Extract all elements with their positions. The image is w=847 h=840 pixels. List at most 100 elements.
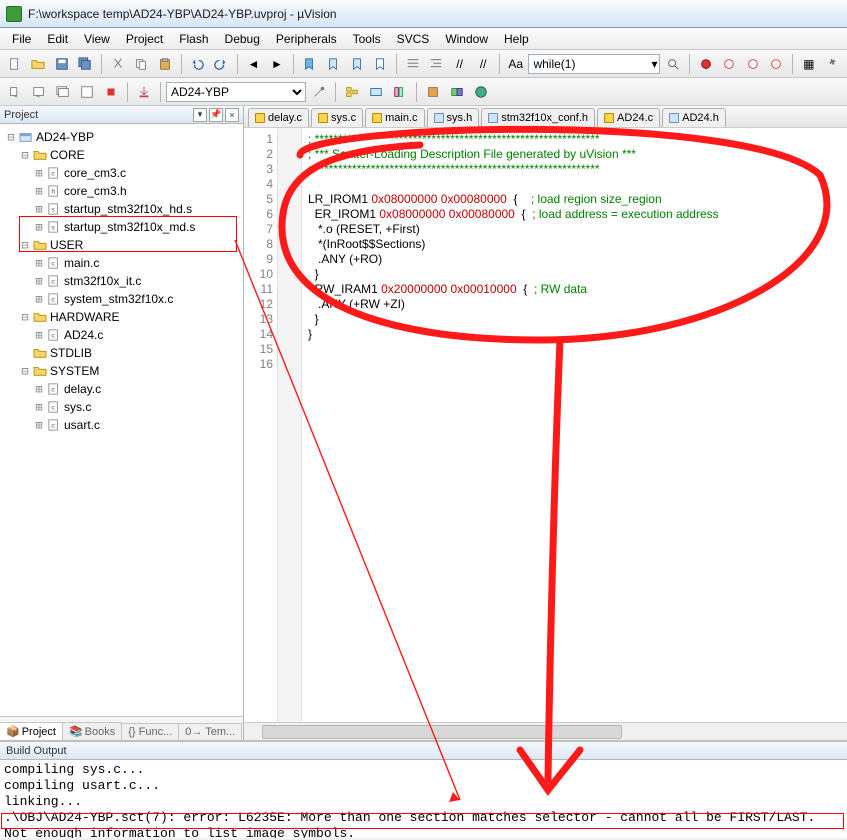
file-tab-delay-c[interactable]: delay.c: [248, 108, 309, 127]
menu-peripherals[interactable]: Peripherals: [268, 30, 345, 48]
help-icon[interactable]: [470, 81, 492, 103]
svg-text:c: c: [51, 387, 55, 394]
bookmark-prev-icon[interactable]: [322, 53, 344, 75]
scroll-thumb[interactable]: [262, 725, 622, 739]
tree-file-startup_stm32f10x_hd-s[interactable]: ⊞sstartup_stm32f10x_hd.s: [0, 200, 243, 218]
menu-project[interactable]: Project: [118, 30, 171, 48]
tree-group-hardware[interactable]: ⊟HARDWARE: [0, 308, 243, 326]
breakpoint3-icon[interactable]: [766, 53, 788, 75]
translate-icon[interactable]: [4, 81, 26, 103]
tree-file-usart-c[interactable]: ⊞cusart.c: [0, 416, 243, 434]
file-tab-AD24-h[interactable]: AD24.h: [662, 108, 726, 127]
panel-tab-books[interactable]: 📚 Books: [62, 722, 122, 740]
open-file-icon[interactable]: [28, 53, 50, 75]
menu-view[interactable]: View: [76, 30, 118, 48]
tree-file-delay-c[interactable]: ⊞cdelay.c: [0, 380, 243, 398]
rte-icon[interactable]: [446, 81, 468, 103]
outdent-icon[interactable]: [425, 53, 447, 75]
tree-file-sys-c[interactable]: ⊞csys.c: [0, 398, 243, 416]
code-text[interactable]: ; **************************************…: [302, 128, 847, 722]
breakpoint-icon[interactable]: [719, 53, 741, 75]
tree-group-stdlib[interactable]: STDLIB: [0, 344, 243, 362]
panel-tab-templates[interactable]: 0→ Tem...: [178, 723, 242, 740]
tree-root[interactable]: ⊟AD24-YBP: [0, 128, 243, 146]
redo-icon[interactable]: [210, 53, 232, 75]
panel-dropdown-icon[interactable]: ▾: [193, 108, 207, 122]
horizontal-scrollbar[interactable]: [244, 722, 847, 740]
paste-icon[interactable]: [154, 53, 176, 75]
copy-icon[interactable]: [131, 53, 153, 75]
breakpoint2-icon[interactable]: [742, 53, 764, 75]
config-icon[interactable]: [822, 53, 844, 75]
build-output-text[interactable]: compiling sys.c... compiling usart.c... …: [0, 760, 847, 838]
project-panel-title: Project: [4, 109, 38, 121]
menu-flash[interactable]: Flash: [171, 30, 216, 48]
indent-icon[interactable]: [402, 53, 424, 75]
file-tab-AD24-c[interactable]: AD24.c: [597, 108, 660, 127]
pack-install-icon[interactable]: [422, 81, 444, 103]
cut-icon[interactable]: [107, 53, 129, 75]
build-output-panel: Build Output compiling sys.c... compilin…: [0, 740, 847, 838]
build-icon[interactable]: [28, 81, 50, 103]
tree-group-user[interactable]: ⊟USER: [0, 236, 243, 254]
svg-text:c: c: [51, 297, 55, 304]
save-icon[interactable]: [51, 53, 73, 75]
menu-window[interactable]: Window: [437, 30, 496, 48]
panel-pin-icon[interactable]: 📌: [209, 108, 223, 122]
stop-build-icon[interactable]: [100, 81, 122, 103]
menu-file[interactable]: File: [4, 30, 39, 48]
undo-icon[interactable]: [187, 53, 209, 75]
uncomment-icon[interactable]: //: [472, 53, 494, 75]
window-list-icon[interactable]: ▦: [798, 53, 820, 75]
menu-edit[interactable]: Edit: [39, 30, 76, 48]
bookmark-next-icon[interactable]: [346, 53, 368, 75]
tree-group-system[interactable]: ⊟SYSTEM: [0, 362, 243, 380]
menu-svcs[interactable]: SVCS: [389, 30, 438, 48]
bookmark-toggle-icon[interactable]: [299, 53, 321, 75]
filegroup-icon[interactable]: [365, 81, 387, 103]
panel-close-icon[interactable]: ×: [225, 108, 239, 122]
code-editor[interactable]: 12345678910111213141516 ▶ ; ************…: [244, 128, 847, 722]
file-icon: [255, 113, 265, 123]
menu-help[interactable]: Help: [496, 30, 537, 48]
find-next-icon[interactable]: [662, 53, 684, 75]
tree-file-system_stm32f10x-c[interactable]: ⊞csystem_stm32f10x.c: [0, 290, 243, 308]
tree-file-AD24-c[interactable]: ⊞cAD24.c: [0, 326, 243, 344]
file-tab-main-c[interactable]: main.c: [365, 108, 424, 127]
rebuild-icon[interactable]: [52, 81, 74, 103]
new-file-icon[interactable]: [4, 53, 26, 75]
breakpoint-margin[interactable]: ▶: [278, 128, 302, 722]
menu-bar: File Edit View Project Flash Debug Perip…: [0, 28, 847, 50]
tree-group-core[interactable]: ⊟CORE: [0, 146, 243, 164]
project-tree[interactable]: ⊟AD24-YBP⊟CORE⊞ccore_cm3.c⊞hcore_cm3.h⊞s…: [0, 124, 243, 716]
download-icon[interactable]: [133, 81, 155, 103]
tree-file-main-c[interactable]: ⊞cmain.c: [0, 254, 243, 272]
panel-tab-functions[interactable]: {} Func...: [121, 723, 179, 740]
tree-file-stm32f10x_it-c[interactable]: ⊞cstm32f10x_it.c: [0, 272, 243, 290]
project-panel: Project ▾ 📌 × ⊟AD24-YBP⊟CORE⊞ccore_cm3.c…: [0, 106, 244, 740]
comment-icon[interactable]: //: [449, 53, 471, 75]
find-prev-icon[interactable]: Aa: [505, 53, 527, 75]
debug-icon[interactable]: [695, 53, 717, 75]
file-tab-sys-c[interactable]: sys.c: [311, 108, 363, 127]
file-tab-sys-h[interactable]: sys.h: [427, 108, 480, 127]
tree-file-core_cm3-c[interactable]: ⊞ccore_cm3.c: [0, 164, 243, 182]
target-select[interactable]: AD24-YBP: [166, 82, 306, 102]
menu-tools[interactable]: Tools: [345, 30, 389, 48]
target-options-icon[interactable]: [308, 81, 330, 103]
tree-file-startup_stm32f10x_md-s[interactable]: ⊞sstartup_stm32f10x_md.s: [0, 218, 243, 236]
file-tab-stm32f10x_conf-h[interactable]: stm32f10x_conf.h: [481, 108, 595, 127]
menu-debug[interactable]: Debug: [217, 30, 268, 48]
bookmark-clear-icon[interactable]: [369, 53, 391, 75]
save-all-icon[interactable]: [75, 53, 97, 75]
chevron-down-icon[interactable]: ▾: [651, 57, 657, 71]
panel-tab-project[interactable]: 📦 Project: [0, 722, 63, 740]
find-combo[interactable]: ▾: [528, 54, 660, 74]
nav-back-icon[interactable]: ◄: [243, 53, 265, 75]
find-input[interactable]: [531, 56, 651, 72]
tree-file-core_cm3-h[interactable]: ⊞hcore_cm3.h: [0, 182, 243, 200]
nav-fwd-icon[interactable]: ►: [266, 53, 288, 75]
batch-build-icon[interactable]: [76, 81, 98, 103]
books-icon[interactable]: [389, 81, 411, 103]
manage-icon[interactable]: [341, 81, 363, 103]
